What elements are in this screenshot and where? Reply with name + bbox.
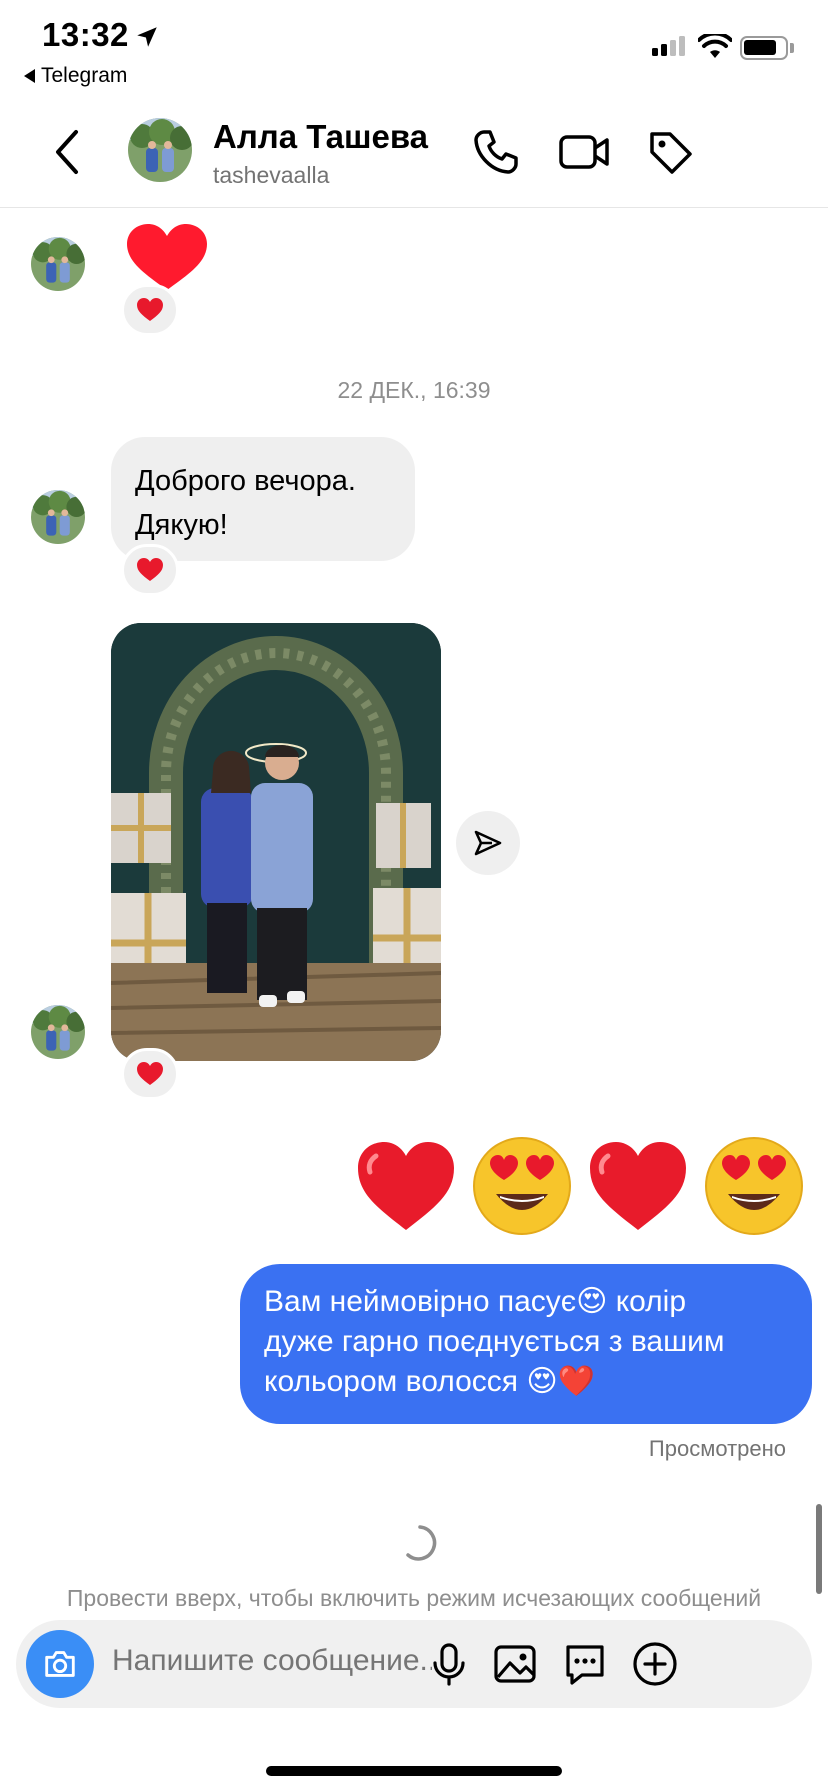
send-icon [474, 830, 502, 856]
heart-reaction-badge[interactable] [121, 1048, 179, 1100]
red-heart-icon [586, 1134, 690, 1238]
gallery-icon[interactable] [490, 1639, 540, 1689]
back-to-app-link[interactable]: Telegram [24, 64, 127, 88]
contact-name[interactable]: Алла Ташева [213, 118, 428, 156]
location-arrow-icon [137, 27, 157, 47]
message-composer [16, 1620, 812, 1708]
photo-message[interactable] [111, 623, 441, 1061]
camera-icon [45, 1651, 75, 1677]
heart-reaction-badge[interactable] [121, 544, 179, 596]
back-app-label: Telegram [41, 64, 128, 87]
microphone-icon[interactable] [424, 1639, 474, 1689]
heart-eyes-face-icon [702, 1134, 806, 1238]
contact-username: tashevaalla [213, 162, 330, 188]
add-plus-icon[interactable] [630, 1639, 680, 1689]
outgoing-emoji-message[interactable] [354, 1134, 806, 1238]
sender-avatar[interactable] [31, 237, 85, 291]
message-line: кольором волосся 😍❤️ [264, 1365, 595, 1398]
message-timestamp: 22 ДЕК., 16:39 [337, 377, 491, 403]
loading-spinner-icon [406, 1525, 437, 1561]
back-chevron-icon[interactable] [48, 124, 88, 180]
sender-avatar[interactable] [31, 1005, 85, 1059]
heart-icon [137, 1062, 163, 1085]
red-heart-icon [354, 1134, 458, 1238]
wifi-icon [698, 34, 732, 58]
message-line: дуже гарно поєднується з вашим [264, 1325, 725, 1358]
heart-reaction-badge[interactable] [121, 284, 179, 336]
incoming-message-bubble[interactable]: Доброго вечора. Дякую! [111, 437, 415, 561]
heart-message-icon[interactable] [125, 222, 209, 292]
vanish-mode-hint: Провести вверх, чтобы включить режим исч… [66, 1585, 762, 1611]
scrollbar[interactable] [816, 1504, 822, 1594]
seen-status: Просмотрено [648, 1436, 786, 1461]
tag-icon[interactable] [644, 126, 696, 178]
outgoing-message-bubble[interactable]: Вам неймовірно пасує😍 колір дуже гарно п… [240, 1264, 812, 1424]
message-line: Вам неймовірно пасує😍 колір [264, 1285, 687, 1318]
message-input[interactable] [112, 1644, 432, 1678]
battery-icon [740, 36, 788, 60]
home-indicator[interactable] [266, 1766, 562, 1776]
status-time: 13:32 [42, 16, 129, 53]
back-triangle-icon [24, 69, 35, 83]
sticker-chat-icon[interactable] [560, 1639, 610, 1689]
message-line: Доброго вечора. [135, 465, 356, 497]
heart-icon [137, 558, 163, 581]
camera-button[interactable] [26, 1630, 94, 1698]
heart-eyes-face-icon [470, 1134, 574, 1238]
heart-icon [137, 298, 163, 321]
contact-avatar[interactable] [128, 118, 192, 182]
battery-tip [790, 43, 794, 53]
message-line: Дякую! [135, 509, 228, 541]
chat-header: Алла Ташева tashevaalla [0, 100, 828, 208]
share-button[interactable] [456, 811, 520, 875]
phone-call-icon[interactable] [470, 126, 522, 178]
cellular-signal-icon [652, 36, 685, 56]
video-call-icon[interactable] [558, 126, 610, 178]
sender-avatar[interactable] [31, 490, 85, 544]
